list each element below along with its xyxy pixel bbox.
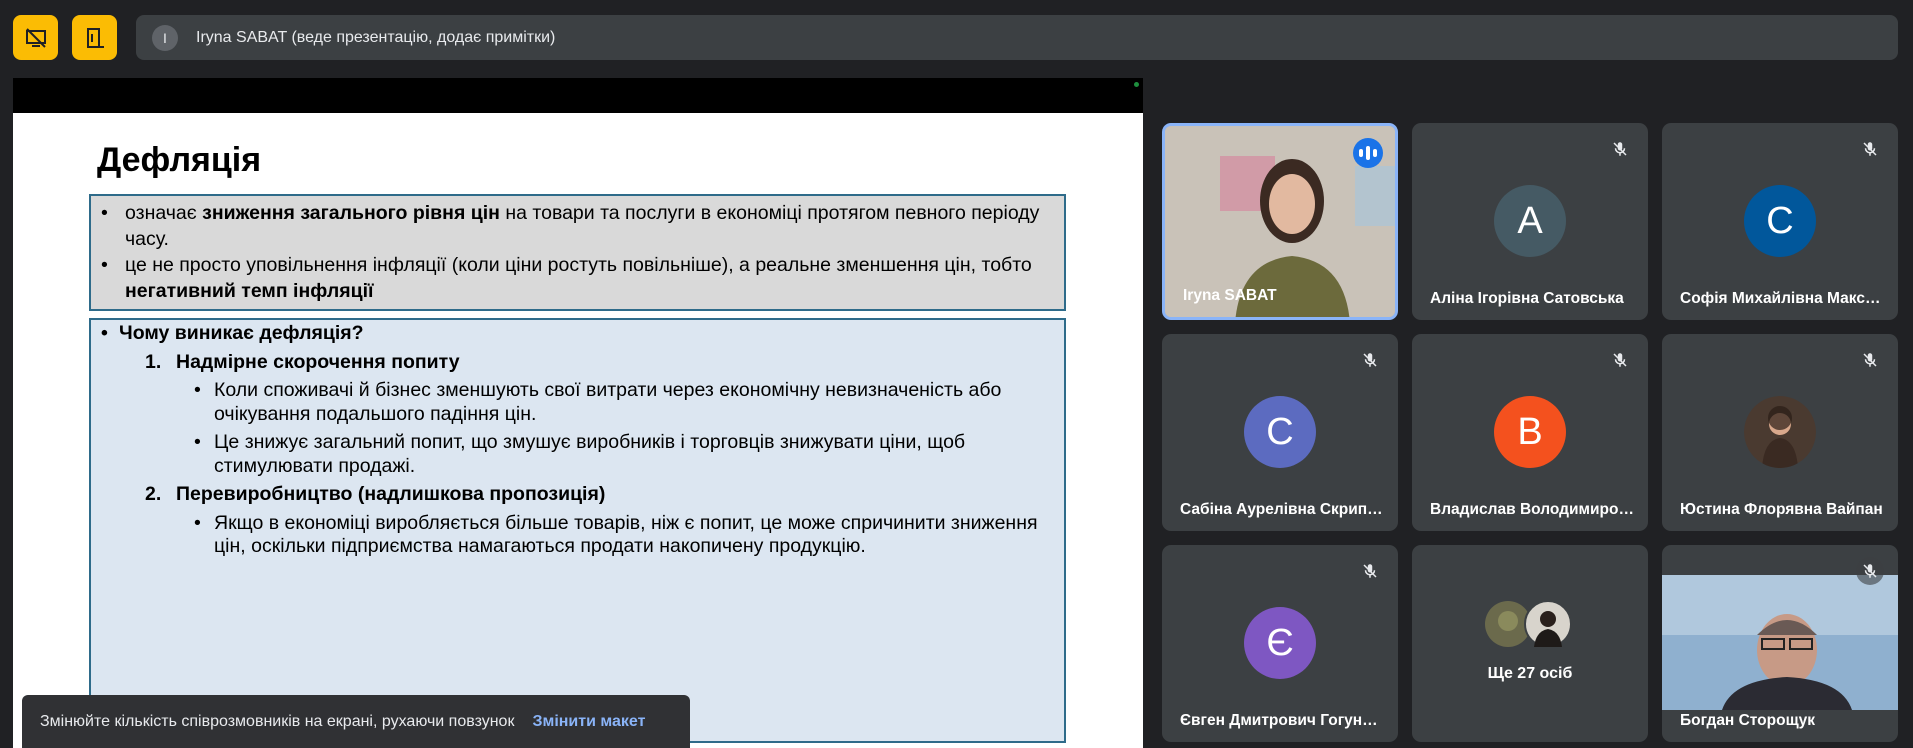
participant-name: Аліна Ігорівна Сатовська	[1430, 290, 1624, 307]
presenter-avatar: I	[152, 24, 178, 51]
presentation-letterbox	[13, 78, 1143, 113]
change-layout-button[interactable]: Змінити макет	[532, 713, 645, 731]
cause-1-bullet-1: Коли споживачі й бізнес зменшують свої в…	[99, 379, 1056, 426]
toast-message: Змінюйте кількість співрозмовників на ек…	[40, 712, 515, 730]
definition-box: означає зниження загального рівня цін на…	[89, 194, 1066, 311]
slide-title: Дефляція	[97, 141, 262, 179]
hide-presentation-icon	[25, 27, 46, 48]
avatar: А	[1494, 185, 1566, 257]
participant-name: Сабіна Аурелівна Скрипник	[1180, 501, 1385, 518]
participant-video	[1662, 575, 1898, 710]
mic-off-icon	[1356, 346, 1384, 374]
avatar-photo	[1744, 396, 1816, 468]
participant-name: Богдан Сторощук	[1680, 712, 1816, 729]
leave-presentation-icon	[86, 27, 104, 48]
presenter-bar: I Iryna SABAT (веде презентацію, додає п…	[136, 15, 1898, 60]
layout-toast: Змінюйте кількість співрозмовників на ек…	[22, 695, 690, 748]
cause-1-title: 1. Надмірне скорочення попиту	[145, 350, 460, 373]
participant-name: Владислав Володимирович	[1430, 501, 1635, 518]
participant-name: Софія Михайлівна Максимович	[1680, 290, 1885, 307]
more-participants-tile[interactable]: Ще 27 осіб	[1412, 545, 1648, 742]
participant-tile[interactable]: Юстина Флорявна Вайпан	[1662, 334, 1898, 531]
definition-bullet-1: означає зниження загального рівня цін на…	[99, 200, 1056, 252]
participant-tile[interactable]: Богдан Сторощук	[1662, 545, 1898, 742]
avatar: В	[1494, 396, 1566, 468]
participant-tile[interactable]: С Софія Михайлівна Максимович	[1662, 123, 1898, 320]
cause-1-bullet-2: Це знижує загальний попит, що змушує вир…	[99, 431, 1056, 478]
mic-off-icon	[1856, 557, 1884, 585]
avatar: С	[1244, 396, 1316, 468]
mic-off-icon	[1606, 346, 1634, 374]
participant-tile[interactable]: А Аліна Ігорівна Сатовська	[1412, 123, 1648, 320]
presenter-label: Iryna SABAT (веде презентацію, додає при…	[196, 28, 556, 46]
avatar: С	[1744, 185, 1816, 257]
avatar: Є	[1244, 607, 1316, 679]
audio-level-icon	[1353, 138, 1383, 168]
participant-tile-iryna[interactable]: Iryna SABAT	[1162, 123, 1398, 320]
causes-question: Чому виникає дефляція?	[99, 322, 1056, 346]
more-participants-label: Ще 27 осіб	[1487, 665, 1573, 682]
mic-off-icon	[1856, 346, 1884, 374]
mic-off-icon	[1856, 135, 1884, 163]
definition-bullet-2: це не просто уповільнення інфляції (коли…	[99, 252, 1056, 304]
mic-off-icon	[1606, 135, 1634, 163]
causes-box: Чому виникає дефляція? 1.Надмірне скороч…	[89, 318, 1066, 743]
cause-2-title: 2. Перевиробництво (надлишкова пропозиція…	[145, 483, 606, 505]
hide-presentation-button[interactable]	[13, 15, 58, 60]
leave-presentation-button[interactable]	[72, 15, 117, 60]
presentation-view: Дефляція означає зниження загального рів…	[13, 78, 1143, 748]
presentation-indicator	[1134, 82, 1139, 87]
participant-tile[interactable]: В Владислав Володимирович	[1412, 334, 1648, 531]
participant-name: Iryna SABAT	[1183, 287, 1277, 304]
mic-off-icon	[1356, 557, 1384, 585]
participant-tile[interactable]: Є Євген Дмитрович Гогунський	[1162, 545, 1398, 742]
cause-2-bullet-1: Якщо в економіці виробляється більше тов…	[99, 512, 1056, 559]
participant-name: Юстина Флорявна Вайпан	[1680, 501, 1883, 518]
participant-tile[interactable]: С Сабіна Аурелівна Скрипник	[1162, 334, 1398, 531]
participant-name: Євген Дмитрович Гогунський	[1180, 712, 1385, 729]
more-participants-avatars	[1485, 600, 1572, 648]
